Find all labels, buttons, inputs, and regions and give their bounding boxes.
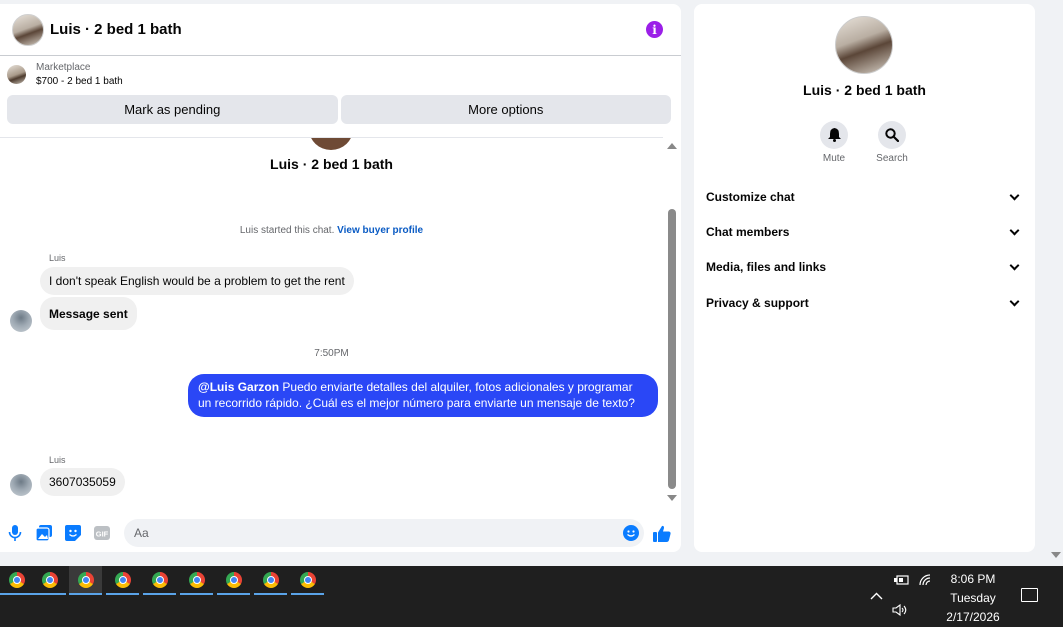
scroll-thumb[interactable] <box>668 209 676 489</box>
listing-thumbnail <box>7 65 26 84</box>
mark-as-pending-button[interactable]: Mark as pending <box>7 95 338 124</box>
thread-title: Luis · 2 bed 1 bath <box>270 156 393 172</box>
taskbar-chrome-window[interactable] <box>180 566 213 595</box>
more-options-button[interactable]: More options <box>340 95 671 124</box>
notification-icon[interactable] <box>1021 588 1038 602</box>
sticker-icon[interactable] <box>64 524 82 542</box>
sender-avatar[interactable] <box>10 474 32 496</box>
message-timestamp: 7:50PM <box>314 348 349 359</box>
chat-avatar[interactable] <box>12 13 44 46</box>
wifi-icon[interactable] <box>919 574 933 589</box>
chrome-icon <box>77 571 94 588</box>
sender-name: Luis <box>49 455 66 465</box>
chevron-up-icon[interactable] <box>870 588 883 603</box>
chrome-icon <box>299 571 316 588</box>
microphone-icon[interactable] <box>6 524 24 542</box>
sender-avatar[interactable] <box>10 310 32 332</box>
mention-link[interactable]: @Luis Garzon <box>198 380 279 394</box>
mute-label: Mute <box>822 153 846 164</box>
taskbar-clock[interactable]: 8:06 PM Tuesday 2/17/2026 <box>940 570 1006 627</box>
chrome-icon <box>262 571 279 588</box>
search-button[interactable]: Search <box>864 121 920 164</box>
incoming-message[interactable]: I don't speak English would be a problem… <box>40 267 354 295</box>
taskbar-chrome-window[interactable] <box>291 566 324 595</box>
search-label: Search <box>876 153 908 164</box>
page-scroll-down-arrow[interactable] <box>1051 552 1061 558</box>
speaker-icon[interactable] <box>892 603 908 619</box>
incoming-message[interactable]: 3607035059 <box>40 468 125 496</box>
info-title: Luis · 2 bed 1 bath <box>803 82 926 98</box>
thread-avatar <box>309 138 353 150</box>
photo-icon[interactable] <box>35 524 53 542</box>
view-buyer-profile-link[interactable]: View buyer profile <box>337 225 423 236</box>
chevron-down-icon <box>1009 260 1020 270</box>
listing-price-title: $700 - 2 bed 1 bath <box>36 75 123 87</box>
chevron-down-icon <box>1009 225 1020 235</box>
message-input[interactable] <box>124 519 644 547</box>
chat-info-panel: Luis · 2 bed 1 bath Mute Search Customiz… <box>694 4 1035 552</box>
svg-text:GIF: GIF <box>96 530 109 539</box>
taskbar-chrome-window[interactable] <box>0 566 33 595</box>
info-avatar[interactable] <box>835 16 893 74</box>
section-customize-chat[interactable]: Customize chat <box>706 186 1024 208</box>
mute-button[interactable]: Mute <box>806 121 862 164</box>
section-label: Media, files and links <box>706 260 827 274</box>
section-chat-members[interactable]: Chat members <box>706 221 1024 243</box>
chat-title[interactable]: Luis · 2 bed 1 bath <box>50 21 646 38</box>
section-label: Customize chat <box>706 190 795 204</box>
chat-header: Luis · 2 bed 1 bath i <box>0 4 681 56</box>
section-privacy-support[interactable]: Privacy & support <box>706 292 1024 314</box>
windows-taskbar: 8:06 PM Tuesday 2/17/2026 <box>0 566 1063 627</box>
info-icon[interactable]: i <box>646 21 663 38</box>
chrome-icon <box>188 571 205 588</box>
clock-day: Tuesday <box>950 591 996 605</box>
composer: GIF <box>0 514 681 552</box>
emoji-icon[interactable] <box>623 525 639 541</box>
taskbar-chrome-window[interactable] <box>143 566 176 595</box>
chevron-down-icon <box>1009 296 1020 306</box>
message-list[interactable]: Luis · 2 bed 1 bath Luis started this ch… <box>0 137 663 507</box>
taskbar-chrome-window[interactable] <box>33 566 66 595</box>
taskbar-chrome-window[interactable] <box>69 566 102 595</box>
section-label: Privacy & support <box>706 296 809 310</box>
taskbar-chrome-window[interactable] <box>217 566 250 595</box>
clock-date: 2/17/2026 <box>946 610 1000 624</box>
taskbar-chrome-window[interactable] <box>254 566 287 595</box>
scroll-up-arrow[interactable] <box>667 143 677 149</box>
chrome-icon <box>8 571 25 588</box>
bell-icon <box>820 121 848 149</box>
chrome-icon <box>41 571 58 588</box>
battery-icon[interactable] <box>893 574 909 589</box>
section-label: Chat members <box>706 225 790 239</box>
section-media-files-links[interactable]: Media, files and links <box>706 256 1024 278</box>
clock-time: 8:06 PM <box>950 572 996 586</box>
chrome-icon <box>114 571 131 588</box>
incoming-message[interactable]: Message sent <box>40 297 137 330</box>
chrome-icon <box>225 571 242 588</box>
started-text: Luis started this chat. <box>239 225 335 236</box>
search-icon <box>878 121 906 149</box>
scroll-down-arrow[interactable] <box>667 495 677 501</box>
chrome-icon <box>151 571 168 588</box>
chat-started-notice: Luis started this chat. View buyer profi… <box>0 225 663 236</box>
chat-panel: Luis · 2 bed 1 bath i Marketplace $700 -… <box>0 4 681 552</box>
gif-icon[interactable]: GIF <box>93 524 111 542</box>
sender-name: Luis <box>49 253 66 263</box>
message-scrollbar[interactable] <box>666 137 678 507</box>
chevron-down-icon <box>1009 190 1020 200</box>
taskbar-chrome-window[interactable] <box>106 566 139 595</box>
outgoing-message[interactable]: @Luis Garzon Puedo enviarte detalles del… <box>188 374 658 417</box>
marketplace-listing[interactable]: Marketplace $700 - 2 bed 1 bath <box>0 56 681 93</box>
thumbs-up-icon[interactable] <box>653 524 671 542</box>
listing-source: Marketplace <box>36 61 91 73</box>
listing-actions: Mark as pending More options <box>0 93 681 127</box>
